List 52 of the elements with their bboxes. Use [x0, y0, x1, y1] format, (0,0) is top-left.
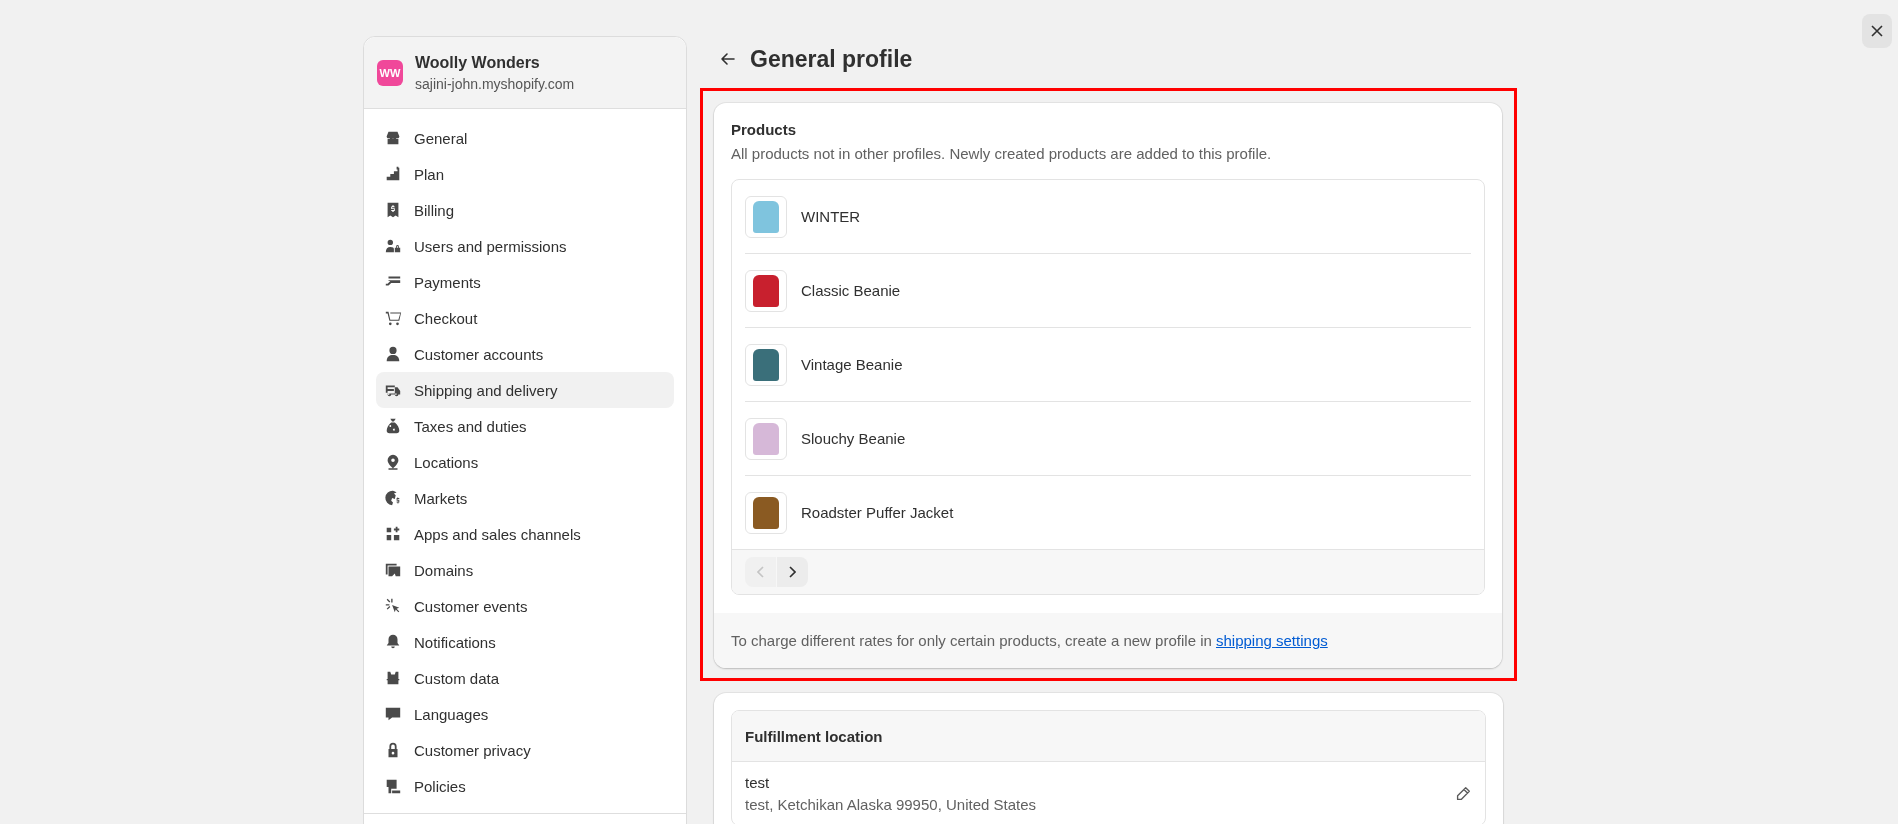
- sidebar-item[interactable]: Plan: [376, 156, 674, 192]
- close-button[interactable]: [1862, 14, 1892, 48]
- chevron-left-icon: [757, 566, 764, 578]
- sidebar-item[interactable]: Customer accounts: [376, 336, 674, 372]
- product-name[interactable]: Vintage Beanie: [801, 356, 903, 373]
- location-address: test, Ketchikan Alaska 99950, United States: [745, 796, 1036, 813]
- card-title: Products: [731, 121, 797, 138]
- edit-pencil-icon[interactable]: [1454, 784, 1472, 803]
- cart-icon: [384, 309, 402, 327]
- money-bag-icon: [384, 417, 402, 435]
- card-description: All products not in other profiles. Newly created products are added to this profile.: [731, 145, 1273, 162]
- sidebar-item[interactable]: Policies: [376, 768, 674, 804]
- cursor-click-icon: [384, 597, 402, 615]
- sidebar-item[interactable]: Taxes and duties: [376, 408, 674, 444]
- sidebar-item[interactable]: Locations: [376, 444, 674, 480]
- users-lock-icon: [384, 237, 402, 255]
- sidebar-item[interactable]: Users and permissions: [376, 228, 674, 264]
- globe-dollar-icon: [384, 489, 402, 507]
- product-name[interactable]: WINTER: [801, 208, 861, 225]
- page-title: General profile: [750, 45, 913, 73]
- sidebar-item[interactable]: General: [376, 120, 674, 156]
- windows-icon: [384, 561, 402, 579]
- sidebar-item[interactable]: Customer events: [376, 588, 674, 624]
- sidebar-item[interactable]: Billing: [376, 192, 674, 228]
- sidebar-item[interactable]: Languages: [376, 696, 674, 732]
- sidebar-item[interactable]: Apps and sales channels: [376, 516, 674, 552]
- store-logo: WW: [377, 59, 403, 86]
- product-name[interactable]: Slouchy Beanie: [801, 430, 906, 447]
- bell-icon: [384, 633, 402, 651]
- product-name[interactable]: Roadster Puffer Jacket: [801, 504, 954, 521]
- sidebar-item[interactable]: Shipping and delivery: [376, 372, 674, 408]
- store-domain: sajini-john.myshopify.com: [415, 75, 575, 92]
- sidebar-item[interactable]: Domains: [376, 552, 674, 588]
- chevron-right-icon: [789, 566, 796, 578]
- sidebar-item[interactable]: Notifications: [376, 624, 674, 660]
- product-name[interactable]: Classic Beanie: [801, 282, 901, 299]
- close-icon: [1871, 25, 1883, 37]
- apps-icon: [384, 525, 402, 543]
- store-icon: [384, 129, 402, 147]
- store-name: Woolly Wonders: [415, 53, 541, 72]
- sidebar-item[interactable]: Custom data: [376, 660, 674, 696]
- person-icon: [384, 345, 402, 363]
- shipping-settings-link[interactable]: shipping settings: [1216, 632, 1328, 649]
- next-page-button[interactable]: [777, 557, 808, 587]
- sidebar-item[interactable]: Payments: [376, 264, 674, 300]
- sidebar-item[interactable]: Checkout: [376, 300, 674, 336]
- sidebar-item[interactable]: Markets: [376, 480, 674, 516]
- stairs-icon: [384, 165, 402, 183]
- card-title: Fulfillment location: [745, 727, 883, 745]
- sidebar-item[interactable]: Customer privacy: [376, 732, 674, 768]
- location-name: test: [745, 774, 771, 791]
- footer-note: To charge different rates for only certain products, create a new profile in shipping settings: [731, 632, 1329, 649]
